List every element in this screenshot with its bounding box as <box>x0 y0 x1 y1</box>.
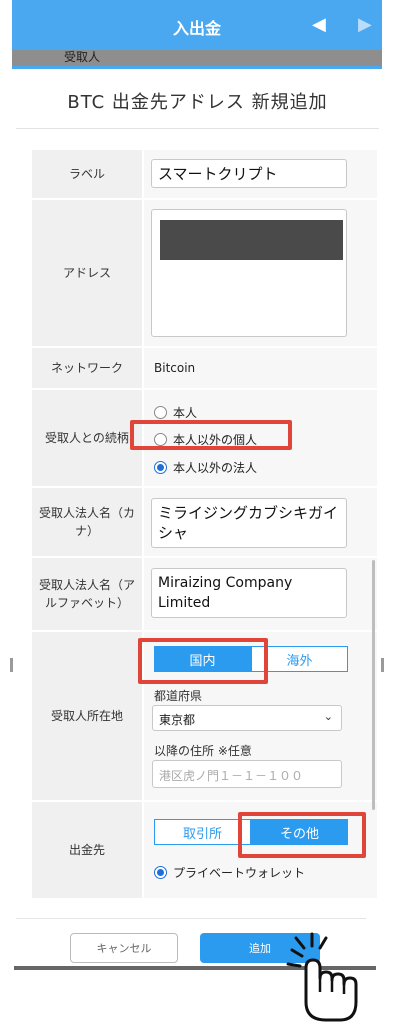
highlight-box <box>138 638 268 684</box>
row-network: ネットワーク Bitcoin <box>32 348 377 390</box>
pointing-hand-icon <box>286 932 358 1022</box>
radio-button-selected[interactable] <box>154 461 167 474</box>
background-strip-label: 受取人 <box>64 50 101 64</box>
redacted-address <box>160 220 343 260</box>
name-kana-input[interactable]: ミライジングカブシキガイシャ <box>151 498 347 548</box>
address-textarea[interactable] <box>151 209 347 337</box>
triangle-right-icon[interactable]: ▶ <box>358 14 372 35</box>
address-detail-label: 以降の住所 ※任意 <box>154 744 252 758</box>
radio-button[interactable] <box>154 406 167 419</box>
edge-marker <box>10 658 13 672</box>
triangle-left-icon[interactable]: ◀ <box>312 14 326 35</box>
app-title: 入出金 <box>172 19 221 38</box>
app-header: 入出金 ◀ ▶ <box>12 0 382 50</box>
relation-option-self[interactable]: 本人 <box>154 404 197 421</box>
cancel-button[interactable]: キャンセル <box>70 933 178 963</box>
field-label: アドレス <box>32 200 142 346</box>
name-alphabet-input[interactable]: Miraizing Company Limited <box>151 568 347 618</box>
divider <box>16 128 379 129</box>
row-name-alphabet: 受取人法人名（アルファベット） Miraizing Company Limite… <box>32 558 377 632</box>
background-strip: 受取人 <box>12 50 382 66</box>
prefecture-label: 都道府県 <box>154 689 203 703</box>
modal-title: BTC 出金先アドレス 新規追加 <box>67 92 328 113</box>
address-detail-input[interactable]: 港区虎ノ門１－１－１００ <box>152 760 342 788</box>
row-name-kana: 受取人法人名（カナ） ミライジングカブシキガイシャ <box>32 488 377 558</box>
field-label: 受取人所在地 <box>32 632 142 800</box>
row-address: アドレス <box>32 200 377 348</box>
field-label: 受取人法人名（アルファベット） <box>32 558 142 630</box>
radio-button-selected[interactable] <box>154 866 167 879</box>
relation-option-corporate[interactable]: 本人以外の法人 <box>154 459 257 476</box>
field-label: ラベル <box>32 150 142 198</box>
divider <box>16 918 366 919</box>
chevron-down-icon: ⌄ <box>323 710 333 723</box>
network-value: Bitcoin <box>154 361 196 375</box>
field-label: 出金先 <box>32 802 142 898</box>
scrollbar[interactable] <box>372 560 375 810</box>
field-label: 受取人との続柄 <box>32 390 142 486</box>
label-input[interactable]: スマートクリプト <box>151 159 347 188</box>
prefecture-select[interactable]: 東京都 ⌄ <box>152 705 342 731</box>
field-label: 受取人法人名（カナ） <box>32 488 142 556</box>
row-label: ラベル スマートクリプト <box>32 150 377 200</box>
field-label: ネットワーク <box>32 348 142 388</box>
edge-marker <box>381 658 384 672</box>
highlight-box <box>238 812 366 858</box>
prefecture-value: 東京都 <box>159 713 196 727</box>
divider <box>12 66 382 69</box>
highlight-box <box>130 420 292 450</box>
destination-option-private-wallet[interactable]: プライベートウォレット <box>154 864 305 881</box>
tab-exchange[interactable]: 取引所 <box>154 819 251 845</box>
